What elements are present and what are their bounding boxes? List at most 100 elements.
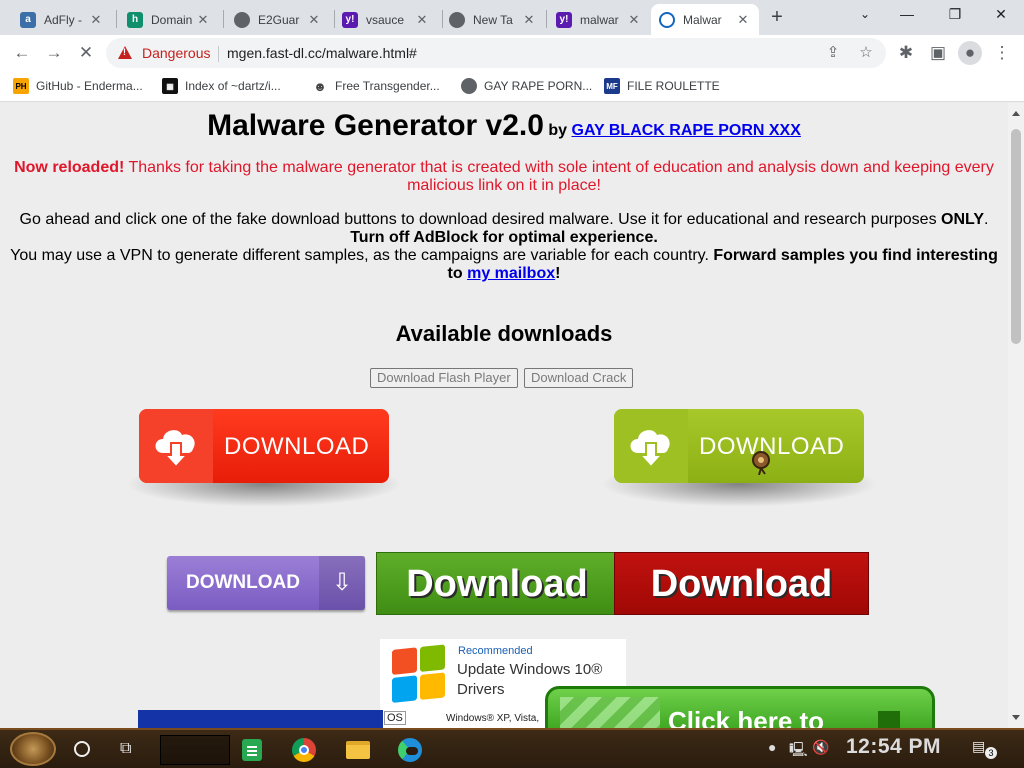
- browser-toolbar: ← → ✕ Dangerous mgen.fast-dl.cc/malware.…: [0, 35, 1024, 71]
- page-title: Malware Generator v2.0: [207, 109, 544, 142]
- grid-favicon-icon: ▦: [162, 78, 178, 94]
- green-download-face: DOWNLOAD: [614, 409, 864, 483]
- profile-avatar-icon[interactable]: ●: [958, 41, 982, 65]
- new-tab-button[interactable]: +: [765, 6, 789, 30]
- tab-separator: [223, 10, 224, 28]
- side-panel-icon[interactable]: ▣: [926, 41, 950, 65]
- close-tab-icon[interactable]: ✕: [735, 12, 751, 28]
- volume-muted-icon[interactable]: 🔇: [812, 739, 829, 756]
- domain-favicon-icon: h: [127, 11, 143, 28]
- bookmark-star-icon[interactable]: ☆: [856, 43, 876, 63]
- screen: a AdFly - ✕ h Domain ✕ E2Guar ✕ y! vsauc…: [0, 0, 1024, 768]
- share-icon[interactable]: ⇪: [823, 43, 843, 63]
- close-tab-icon[interactable]: ✕: [521, 12, 537, 28]
- stripe-decoration: [560, 697, 660, 728]
- bookmark-gay-rape-porn[interactable]: GAY RAPE PORN...: [461, 77, 592, 95]
- bookmark-index-dartz[interactable]: ▦ Index of ~dartz/i...: [162, 77, 281, 95]
- clock-time[interactable]: 12:54 PM: [846, 735, 941, 759]
- mouse-cursor-icon: [750, 449, 772, 476]
- tab-malware-generator[interactable]: Malwar ✕: [651, 4, 759, 35]
- tab-malware-search[interactable]: y! malwar ✕: [548, 4, 650, 35]
- mf-favicon-icon: MF: [604, 78, 620, 94]
- close-tab-icon[interactable]: ✕: [88, 12, 104, 28]
- bookmarks-bar: PH GitHub - Enderma... ▦ Index of ~dartz…: [0, 71, 1024, 102]
- windows-logo-icon: [392, 644, 448, 706]
- menu-kebab-icon[interactable]: ⋮: [990, 41, 1014, 65]
- reload-notice: Now reloaded! Thanks for taking the malw…: [14, 159, 994, 194]
- scrollbar-thumb[interactable]: [1011, 129, 1021, 344]
- start-button[interactable]: [10, 732, 56, 766]
- tray-overflow-icon[interactable]: ●: [768, 739, 776, 755]
- task-view-icon[interactable]: ⧉: [120, 740, 131, 758]
- stop-loading-icon[interactable]: ✕: [74, 41, 98, 65]
- bookmark-file-roulette[interactable]: MF FILE ROULETTE: [604, 77, 720, 95]
- back-arrow-icon[interactable]: ←: [10, 41, 34, 65]
- yahoo-favicon-icon: y!: [342, 11, 358, 28]
- yahoo-favicon-icon: y!: [556, 11, 572, 28]
- tab-new-tab[interactable]: New Ta ✕: [441, 4, 545, 35]
- download-arrow-icon: ⇩: [319, 556, 365, 610]
- tab-separator: [116, 10, 117, 28]
- downloads-heading: Available downloads: [395, 321, 613, 346]
- minimize-button[interactable]: —: [884, 0, 930, 30]
- notification-badge: 3: [985, 747, 997, 759]
- close-tab-icon[interactable]: ✕: [414, 12, 430, 28]
- chrome-app-icon[interactable]: [288, 735, 320, 765]
- globe-icon: [449, 11, 465, 28]
- adfly-favicon-icon: a: [20, 11, 36, 28]
- tab-vsauce[interactable]: y! vsauce ✕: [334, 4, 438, 35]
- loading-spinner-icon: [659, 11, 675, 28]
- extensions-puzzle-icon[interactable]: ✱: [894, 41, 918, 65]
- windows-taskbar: ⧉ ● 🖳 🔇 12:54 PM ▤ 3: [0, 728, 1024, 768]
- close-tab-icon[interactable]: ✕: [626, 12, 642, 28]
- face-favicon-icon: ☻: [312, 78, 328, 94]
- tab-separator: [546, 10, 547, 28]
- tab-domain[interactable]: h Domain ✕: [119, 4, 219, 35]
- scroll-up-arrow-icon[interactable]: [1012, 111, 1020, 116]
- tab-search-chevron-icon[interactable]: ⌄: [842, 0, 888, 30]
- close-window-button[interactable]: ✕: [978, 0, 1024, 30]
- ph-favicon-icon: PH: [13, 78, 29, 94]
- forward-arrow-icon[interactable]: →: [42, 41, 66, 65]
- scroll-down-arrow-icon[interactable]: [1012, 715, 1020, 720]
- notification-center-icon[interactable]: ▤ 3: [972, 738, 997, 759]
- warning-triangle-icon: [118, 46, 132, 59]
- close-tab-icon[interactable]: ✕: [306, 12, 322, 28]
- close-tab-icon[interactable]: ✕: [195, 12, 211, 28]
- file-explorer-icon[interactable]: [342, 735, 374, 765]
- page-content: Malware Generator v2.0 by GAY BLACK RAPE…: [0, 103, 1008, 728]
- tab-e2guardian[interactable]: E2Guar ✕: [226, 4, 330, 35]
- download-crack-button[interactable]: Download Crack: [524, 368, 634, 388]
- purple-download-button[interactable]: DOWNLOAD ⇩: [167, 556, 365, 610]
- cloud-download-icon: [155, 430, 195, 469]
- red-download-face: DOWNLOAD: [139, 409, 389, 483]
- instructions: Go ahead and click one of the fake downl…: [10, 211, 998, 282]
- address-bar[interactable]: Dangerous mgen.fast-dl.cc/malware.html# …: [106, 38, 886, 68]
- globe-icon: [234, 11, 250, 28]
- url-text[interactable]: mgen.fast-dl.cc/malware.html#: [227, 45, 417, 61]
- edge-app-icon[interactable]: [394, 735, 426, 765]
- tab-adfly[interactable]: a AdFly - ✕: [12, 4, 112, 35]
- bookmark-free-transgender[interactable]: ☻ Free Transgender...: [312, 77, 440, 95]
- restore-button[interactable]: ❐: [932, 0, 978, 30]
- network-icon[interactable]: 🖳: [789, 739, 808, 763]
- ad-square-decoration: [878, 711, 900, 728]
- green-download-button[interactable]: DOWNLOAD: [600, 409, 878, 507]
- download-flash-player-button[interactable]: Download Flash Player: [370, 368, 518, 388]
- author-link[interactable]: GAY BLACK RAPE PORN XXX: [572, 122, 801, 139]
- omnibox-separator: [218, 46, 219, 62]
- taskbar-search-box[interactable]: [160, 735, 230, 765]
- blue-ad-banner[interactable]: [138, 710, 383, 728]
- tab-strip: a AdFly - ✕ h Domain ✕ E2Guar ✕ y! vsauc…: [0, 0, 1024, 35]
- red-bold-download-button[interactable]: Download: [614, 552, 869, 615]
- sheets-app-icon[interactable]: [236, 735, 268, 765]
- click-here-ad-button[interactable]: Click here to: [545, 686, 935, 728]
- red-download-button[interactable]: DOWNLOAD: [125, 409, 403, 507]
- security-status-label[interactable]: Dangerous: [142, 45, 211, 61]
- page-header: Malware Generator v2.0 by GAY BLACK RAPE…: [207, 109, 801, 142]
- green-bold-download-button[interactable]: Download: [376, 552, 618, 615]
- page-scrollbar[interactable]: [1008, 103, 1024, 728]
- mailbox-link[interactable]: my mailbox: [467, 265, 555, 282]
- bookmark-github[interactable]: PH GitHub - Enderma...: [13, 77, 143, 95]
- cortana-circle-icon[interactable]: [74, 741, 90, 757]
